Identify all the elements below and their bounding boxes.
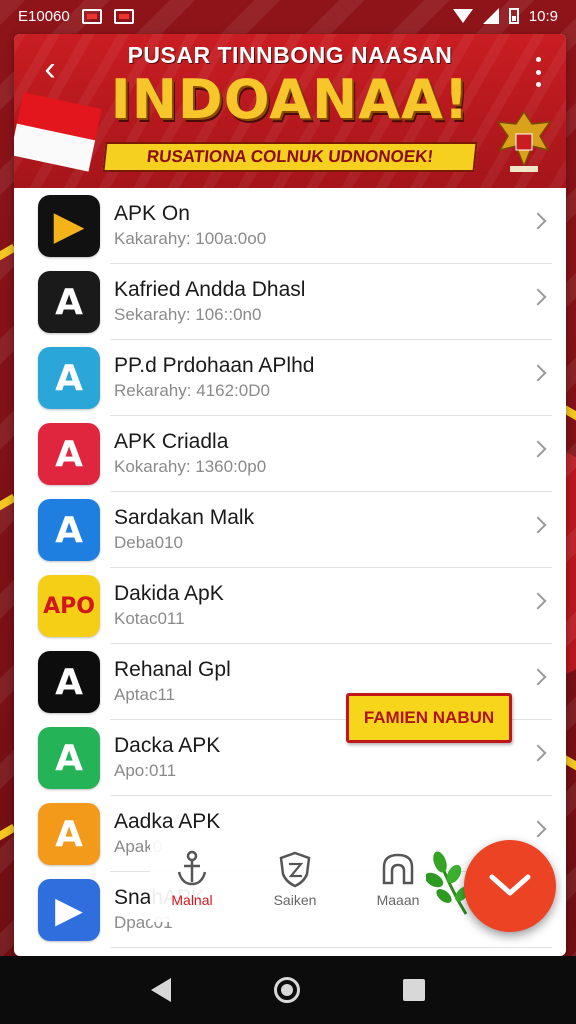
status-bar: E10060 10:9 (0, 0, 576, 32)
play-triangle-icon: ▶ (38, 195, 100, 257)
app-list-item[interactable]: A Kafried Andda DhaslSekarahy: 106::0n0 (14, 264, 566, 340)
letter-a-icon: A (38, 423, 100, 485)
promo-badge-label: FAMIEN NABUN (363, 708, 495, 727)
app-subtitle: Deba010 (114, 533, 184, 552)
signal-icon (482, 8, 499, 24)
nav-label-saiken: Saiken (273, 892, 317, 908)
app-list: ▶ APK On Kakarahy: 100a:0o0 A Kafried Andda … (14, 188, 566, 948)
play-store-icon: ▶ (38, 879, 100, 941)
header-banner: PUSAR TINNBONG NAASAN INDOANAA! RUSATION… (14, 34, 566, 188)
app-text: APK On Kakarahy: 100a:0o0 (114, 201, 566, 251)
letter-a-icon: A (38, 499, 100, 561)
app-name: Rehanal Gpl (114, 658, 231, 681)
app-name: Aadka APK (114, 810, 221, 833)
app-text: Sardakan Malk Deba010 (114, 505, 566, 555)
notification-icon (81, 8, 102, 24)
battery-icon (508, 8, 519, 24)
letter-a-icon: A (38, 651, 100, 713)
status-left-text: E10060 (18, 7, 70, 25)
nav-item-saiken[interactable]: Saiken (253, 840, 337, 908)
system-recents-button[interactable] (402, 979, 425, 1001)
shield-icon (253, 848, 337, 890)
app-subtitle: Apo:011 (114, 761, 177, 780)
nav-label-malnal: Malnal (171, 892, 213, 908)
promo-badge[interactable]: FAMIEN NABUN (346, 693, 512, 743)
nav-item-malnal[interactable]: Malnal (150, 840, 234, 908)
status-time: 10:9 (528, 7, 558, 25)
app-list-item[interactable]: ▶ APK On Kakarahy: 100a:0o0 (14, 188, 566, 264)
apo-text-icon: APO (38, 575, 100, 637)
app-name: Kafried Andda Dhasl (114, 278, 306, 301)
app-text: Dakida ApK Kotac011 (114, 581, 566, 631)
app-subtitle: Sekarahy: 106::0n0 (114, 305, 262, 324)
app-subtitle: Kakarahy: 100a:0o0 (114, 229, 267, 248)
app-subtitle: Kotac011 (114, 609, 185, 628)
back-button[interactable]: ‹ (34, 52, 66, 86)
system-home-button[interactable] (273, 977, 300, 1003)
banner-strip-text: RUSATIONA COLNUK UDNONOEK! (102, 142, 478, 172)
anchor-icon (150, 848, 234, 890)
app-name: PP.d Prdohaan APlhd (114, 354, 315, 377)
app-list-item[interactable]: A Sardakan Malk Deba010 (14, 492, 566, 568)
banner-top-text: PUSAR TINNBONG NAASAN (127, 42, 453, 68)
image-notification-icon (113, 8, 134, 24)
app-name: APK Criadla (114, 430, 229, 453)
app-list-item[interactable]: APO Dakida ApK Kotac011 (14, 568, 566, 644)
bottom-nav: Malnal Saiken Maaan (150, 840, 440, 922)
app-name: Dakida ApK (114, 582, 224, 605)
letter-a-icon: A (38, 347, 100, 409)
expand-fab-button[interactable] (464, 840, 556, 932)
chevron-down-icon (489, 874, 531, 896)
app-text: PP.d Prdohaan APlhd Rekarahy: 4162:0D0 (114, 353, 566, 403)
app-subtitle: Rekarahy: 4162:0D0 (114, 381, 270, 400)
app-subtitle: Kokarahy: 1360:0p0 (114, 457, 267, 476)
system-nav-bar (0, 956, 576, 1024)
app-name: APK On (114, 202, 190, 225)
letter-a-icon: A (38, 271, 100, 333)
banner-title: INDOANAA! (110, 68, 470, 131)
wifi-icon (452, 9, 473, 23)
app-text: Kafried Andda DhaslSekarahy: 106::0n0 (114, 277, 566, 327)
app-name: Sardakan Malk (114, 506, 255, 529)
app-list-item[interactable]: A PP.d Prdohaan APlhd Rekarahy: 4162:0D0 (14, 340, 566, 416)
letter-a-icon: A (38, 727, 100, 789)
system-back-button[interactable] (151, 978, 172, 1002)
app-list-item[interactable]: A APK Criadla Kokarahy: 1360:0p0 (14, 416, 566, 492)
more-options-button[interactable] (526, 54, 550, 90)
app-list-card: PUSAR TINNBONG NAASAN INDOANAA! RUSATION… (14, 34, 566, 956)
app-text: APK Criadla Kokarahy: 1360:0p0 (114, 429, 566, 479)
letter-a-icon: A (38, 803, 100, 865)
